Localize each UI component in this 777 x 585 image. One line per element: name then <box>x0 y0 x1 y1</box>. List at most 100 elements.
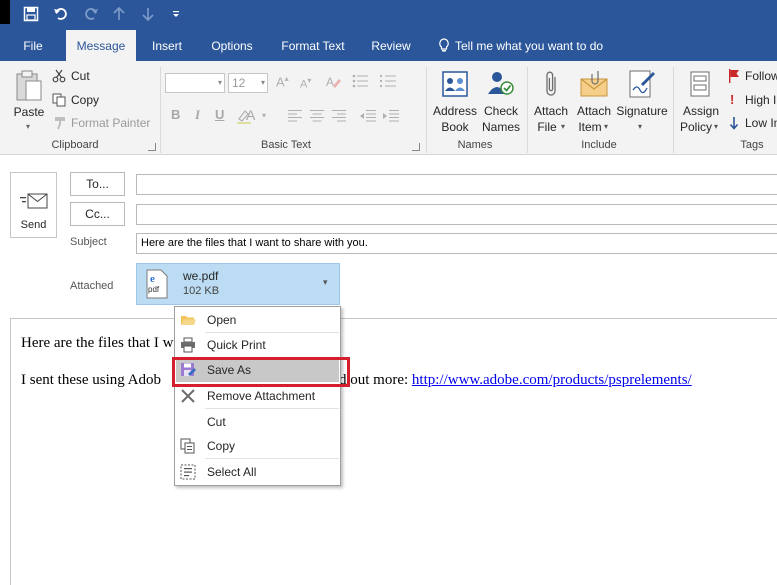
tab-file[interactable]: File <box>12 30 54 61</box>
adobe-link[interactable]: http://www.adobe.com/products/psprelemen… <box>412 372 692 388</box>
message-body[interactable]: Here are the files that I w I sent these… <box>10 318 777 585</box>
remove-x-icon <box>181 389 195 403</box>
tell-me-search[interactable]: Tell me what you want to do <box>438 30 603 61</box>
send-label: Send <box>20 219 47 231</box>
assign-policy-label-line1: Assign <box>682 104 720 118</box>
tab-options[interactable]: Options <box>201 30 263 61</box>
align-center-icon <box>310 110 324 125</box>
envelope-attach-icon <box>580 71 608 97</box>
to-button[interactable]: To... <box>70 172 125 196</box>
check-names-button[interactable]: Check Names <box>479 67 523 135</box>
menu-item-open[interactable]: Open <box>176 308 339 332</box>
attach-file-label-line1: Attach <box>533 104 569 118</box>
attach-item-dropdown-icon[interactable]: ▾ <box>604 122 608 131</box>
body-line-2-start: I sent these using Adob <box>21 372 161 388</box>
cc-field[interactable] <box>136 204 777 225</box>
align-left-icon <box>288 110 302 125</box>
menu-item-select-all-label: Select All <box>207 465 257 479</box>
ribbon-tabs: File Message Insert Options Format Text … <box>0 30 777 61</box>
assign-policy-button[interactable]: Assign Policy ▾ <box>677 67 725 135</box>
follow-up-button[interactable]: Follow <box>728 68 777 86</box>
increase-indent-icon <box>383 110 399 125</box>
attach-file-label-line2: File <box>537 120 557 134</box>
format-painter-label: Format Painter <box>71 116 151 130</box>
basic-text-launcher-icon <box>412 143 420 151</box>
high-importance-label: High Im <box>745 93 777 107</box>
save-as-highlight-box <box>172 357 350 387</box>
signature-label: Signature <box>616 104 668 118</box>
send-envelope-icon <box>20 193 48 209</box>
tab-format-text[interactable]: Format Text <box>272 30 354 61</box>
save-icon[interactable] <box>20 4 42 24</box>
tab-message[interactable]: Message <box>66 30 136 61</box>
bold-button: B <box>171 107 181 122</box>
attach-file-button[interactable]: Attach File ▾ <box>530 67 572 135</box>
ribbon-separator <box>160 67 161 153</box>
basic-text-group-label: Basic Text <box>261 139 311 151</box>
low-importance-label: Low Im <box>745 116 777 130</box>
paste-dropdown-icon[interactable]: ▾ <box>26 122 30 131</box>
signature-icon <box>629 70 655 98</box>
menu-item-quick-print[interactable]: Quick Print <box>176 333 339 357</box>
menu-item-cut[interactable]: Cut <box>176 410 339 434</box>
subject-field[interactable]: Here are the files that I want to share … <box>136 233 777 254</box>
check-names-icon <box>488 72 514 95</box>
align-right-icon <box>332 110 346 125</box>
assign-policy-dropdown-icon[interactable]: ▾ <box>714 122 718 131</box>
flag-icon <box>729 69 739 83</box>
low-importance-button[interactable]: Low Im <box>728 115 777 133</box>
body-line-2-end: d out more: http://www.adobe.com/product… <box>339 372 692 389</box>
copy-button[interactable]: Copy <box>52 92 112 110</box>
svg-text:A: A <box>326 75 334 89</box>
tab-review[interactable]: Review <box>363 30 419 61</box>
signature-button[interactable]: Signature ▾ <box>615 67 669 135</box>
copy-icon <box>180 438 195 454</box>
next-item-icon <box>137 4 159 24</box>
clipboard-paste-icon <box>16 70 42 101</box>
printer-icon <box>181 337 195 353</box>
names-group-label: Names <box>457 139 493 151</box>
send-button[interactable]: Send <box>10 172 57 238</box>
cc-button[interactable]: Cc... <box>70 202 125 226</box>
clipboard-group-label: Clipboard <box>51 139 99 151</box>
scissors-icon <box>52 69 66 83</box>
menu-item-select-all[interactable]: Select All <box>176 460 339 484</box>
check-names-label-line1: Check <box>483 104 518 118</box>
italic-button: I <box>195 107 201 122</box>
format-painter-button: Format Painter <box>52 115 157 133</box>
include-group-label: Include <box>581 139 617 151</box>
tab-insert[interactable]: Insert <box>143 30 191 61</box>
attach-file-dropdown-icon[interactable]: ▾ <box>561 122 565 131</box>
message-header: Send To... Cc... Subject Here are the fi… <box>0 156 777 318</box>
clipboard-launcher-icon[interactable] <box>148 143 156 151</box>
attached-label: Attached <box>70 280 114 292</box>
cut-button[interactable]: Cut <box>52 68 112 86</box>
address-book-button[interactable]: Address Book <box>432 67 478 135</box>
pdf-file-icon: e <box>146 269 168 299</box>
select-all-icon <box>180 464 196 480</box>
grow-font-icon: A▴ <box>276 74 289 90</box>
body-line-1: Here are the files that I w <box>21 335 174 351</box>
paperclip-icon <box>546 71 556 96</box>
font-size-value: 12 <box>232 76 246 90</box>
font-color-button: A <box>246 107 256 123</box>
quick-access-toolbar <box>0 0 777 30</box>
customize-toolbar-icon[interactable] <box>165 4 187 24</box>
menu-separator <box>205 458 339 459</box>
attach-item-button[interactable]: Attach Item ▾ <box>573 67 615 135</box>
shrink-font-icon: A▾ <box>300 76 312 91</box>
ribbon-separator <box>527 67 528 153</box>
attachment-dropdown-icon[interactable]: ▾ <box>323 277 328 288</box>
ribbon: Paste ▾ Cut Copy Format Painter Clipboar… <box>0 61 777 155</box>
paste-button[interactable]: Paste ▾ <box>10 67 48 135</box>
to-field[interactable] <box>136 174 777 195</box>
copy-icon <box>52 93 66 107</box>
high-importance-button[interactable]: ! High Im <box>728 92 777 110</box>
menu-item-remove-attachment[interactable]: Remove Attachment <box>176 384 339 408</box>
signature-dropdown-icon[interactable]: ▾ <box>638 122 642 131</box>
ribbon-separator <box>426 67 427 153</box>
menu-item-copy[interactable]: Copy <box>176 434 339 458</box>
undo-icon[interactable] <box>50 4 72 24</box>
menu-item-remove-attachment-label: Remove Attachment <box>207 389 316 403</box>
attachment-chip[interactable]: e pdf we.pdf 102 KB ▾ <box>136 263 340 305</box>
